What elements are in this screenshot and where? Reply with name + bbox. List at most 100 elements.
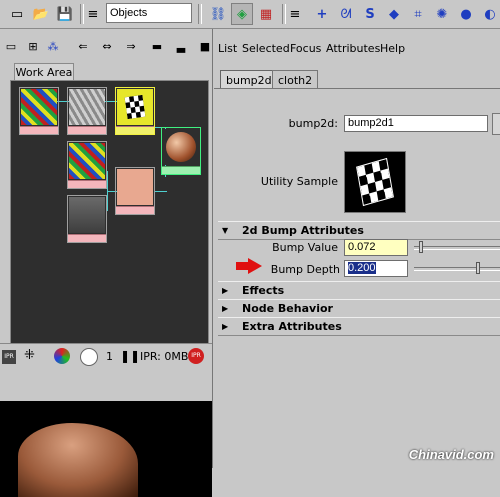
- toolbar-separator: [198, 4, 202, 24]
- expand-triangle-icon: ▶: [222, 322, 229, 331]
- expand-triangle-icon: ▶: [222, 286, 229, 295]
- red-arrow-shaft: [236, 262, 250, 270]
- section-title: Effects: [242, 284, 285, 297]
- selection-mask-icon[interactable]: ≡: [85, 3, 101, 25]
- frame-number: 1: [106, 350, 113, 363]
- node-file1[interactable]: [115, 167, 155, 215]
- node-place2d-2[interactable]: [67, 141, 107, 189]
- node-place2d[interactable]: [19, 87, 59, 135]
- node-footer: [68, 126, 106, 134]
- bump-depth-slider-track[interactable]: [414, 267, 500, 271]
- node-blinn1[interactable]: [161, 127, 201, 175]
- cage-icon[interactable]: ⌗: [407, 3, 429, 25]
- menu-attributes[interactable]: Attributes: [326, 42, 380, 55]
- plus-icon[interactable]: +: [311, 3, 333, 25]
- graph-icon[interactable]: ⊞: [24, 37, 42, 55]
- toolbar-separator: [80, 4, 84, 24]
- io-connections-icon[interactable]: ⇔: [98, 37, 116, 55]
- panel-layout-icon[interactable]: ▭: [2, 37, 20, 55]
- alpha-channel-icon[interactable]: [80, 348, 98, 366]
- node-place3d[interactable]: [67, 195, 107, 243]
- sphere-icon[interactable]: ●: [455, 3, 477, 25]
- node-footer: [20, 126, 58, 134]
- open-folder-icon[interactable]: 📂: [30, 3, 52, 25]
- node-swatch: [69, 197, 105, 233]
- surface-icon[interactable]: S: [359, 3, 381, 25]
- hypershade-panel: ▭ ⊞ ⁂ ⇐ ⇔ ⇒ ▬ ▃ ■ Work Area IPR ⁜ 1 ❚❚ I…: [0, 29, 214, 497]
- ipr-render-icon[interactable]: IPR: [2, 350, 16, 364]
- section-2d-bump-attributes[interactable]: ▼ 2d Bump Attributes: [218, 221, 500, 240]
- bump-value-label: Bump Value: [272, 241, 338, 254]
- utility-sample-label: Utility Sample: [260, 175, 338, 188]
- render-toolbar: IPR ⁜ 1 ❚❚ IPR: 0MB IPR: [0, 343, 212, 372]
- pause-icon[interactable]: ❚❚: [120, 349, 140, 363]
- layout-full-icon[interactable]: ■: [196, 37, 214, 55]
- layout-top-icon[interactable]: ▬: [148, 37, 166, 55]
- polygon-icon[interactable]: ◆: [383, 3, 405, 25]
- render-view: [0, 401, 212, 497]
- node-footer: [162, 166, 200, 174]
- tab-cloth2[interactable]: cloth2: [272, 70, 319, 90]
- save-disk-icon[interactable]: 💾: [54, 3, 76, 25]
- section-extra-attributes[interactable]: ▶ Extra Attributes: [218, 317, 500, 336]
- watermark: Chinavid.com: [408, 447, 494, 462]
- input-connections-icon[interactable]: ⇐: [74, 37, 92, 55]
- folder-icon[interactable]: ▭: [6, 3, 28, 25]
- expand-triangle-icon: ▶: [222, 304, 229, 313]
- node-cloth2[interactable]: [67, 87, 107, 135]
- connection-wire: [107, 171, 108, 211]
- section-title: Extra Attributes: [242, 320, 342, 333]
- bump-value-slider-thumb[interactable]: [419, 241, 423, 253]
- collapse-triangle-icon: ▼: [222, 226, 229, 235]
- light-icon[interactable]: ✺: [431, 3, 453, 25]
- checker-swatch-icon: [356, 157, 394, 207]
- output-connections-icon[interactable]: ⇒: [122, 37, 140, 55]
- toolbar-separator: [282, 4, 286, 24]
- component-icon[interactable]: ◈: [231, 3, 253, 25]
- menu-focus[interactable]: Focus: [290, 42, 321, 55]
- rgb-channel-icon[interactable]: [54, 348, 70, 364]
- node-swatch: [69, 89, 105, 125]
- node-swatch: [163, 129, 199, 165]
- curve-icon[interactable]: ᘛ: [335, 3, 357, 25]
- shader-sphere-icon: [166, 132, 196, 162]
- camera-icon[interactable]: ◐: [479, 3, 500, 25]
- node-footer: [68, 180, 106, 188]
- main-toolbar: ▭ 📂 💾 ≡ Objects ⛓ ◈ ▦ ≡ + ᘛ S ◆ ⌗ ✺ ● ◐: [0, 0, 500, 29]
- snap-icon[interactable]: ▦: [255, 3, 277, 25]
- bump-depth-selected-text: 0.200: [348, 262, 376, 274]
- section-title: 2d Bump Attributes: [242, 224, 364, 237]
- selection-mode-field[interactable]: Objects: [106, 3, 192, 23]
- rendered-cloth-image: [18, 423, 138, 497]
- section-effects[interactable]: ▶ Effects: [218, 281, 500, 300]
- ipr-memory-label: IPR: 0MB: [140, 350, 189, 363]
- bump-value-field[interactable]: 0.072: [344, 239, 408, 256]
- utility-sample-swatch: [344, 151, 406, 213]
- section-node-behavior[interactable]: ▶ Node Behavior: [218, 299, 500, 318]
- node-name-field[interactable]: bump2d1: [344, 115, 488, 132]
- checker-icon: [124, 94, 146, 120]
- menu-list[interactable]: List: [218, 42, 237, 55]
- network-icon[interactable]: ⁂: [44, 37, 62, 55]
- hierarchy-icon[interactable]: ⛓: [207, 3, 229, 25]
- layout-bottom-icon[interactable]: ▃: [172, 37, 190, 55]
- bump-depth-field[interactable]: 0.200: [344, 260, 408, 277]
- node-footer: [68, 234, 106, 242]
- work-area-graph[interactable]: [10, 80, 209, 344]
- node-bump2d1[interactable]: [115, 87, 155, 135]
- bump-depth-label: Bump Depth: [270, 263, 340, 276]
- node-swatch: [117, 169, 153, 205]
- tab-work-area[interactable]: Work Area: [14, 63, 74, 81]
- menu-help[interactable]: Help: [380, 42, 405, 55]
- bump-depth-slider-thumb[interactable]: [476, 262, 480, 274]
- channels-icon[interactable]: ⁜: [24, 348, 35, 363]
- node-footer: [116, 206, 154, 214]
- bump-value-slider-track[interactable]: [414, 246, 500, 250]
- ipr-icon[interactable]: IPR: [188, 348, 204, 364]
- menu-selected[interactable]: Selected: [242, 42, 290, 55]
- options-icon[interactable]: ≡: [287, 3, 303, 25]
- focus-button[interactable]: [492, 113, 500, 135]
- node-swatch: [117, 89, 153, 125]
- node-tab-strip: bump2d1 cloth2: [214, 62, 500, 90]
- attribute-editor-menubar: List Selected Focus Attributes Help: [214, 40, 500, 58]
